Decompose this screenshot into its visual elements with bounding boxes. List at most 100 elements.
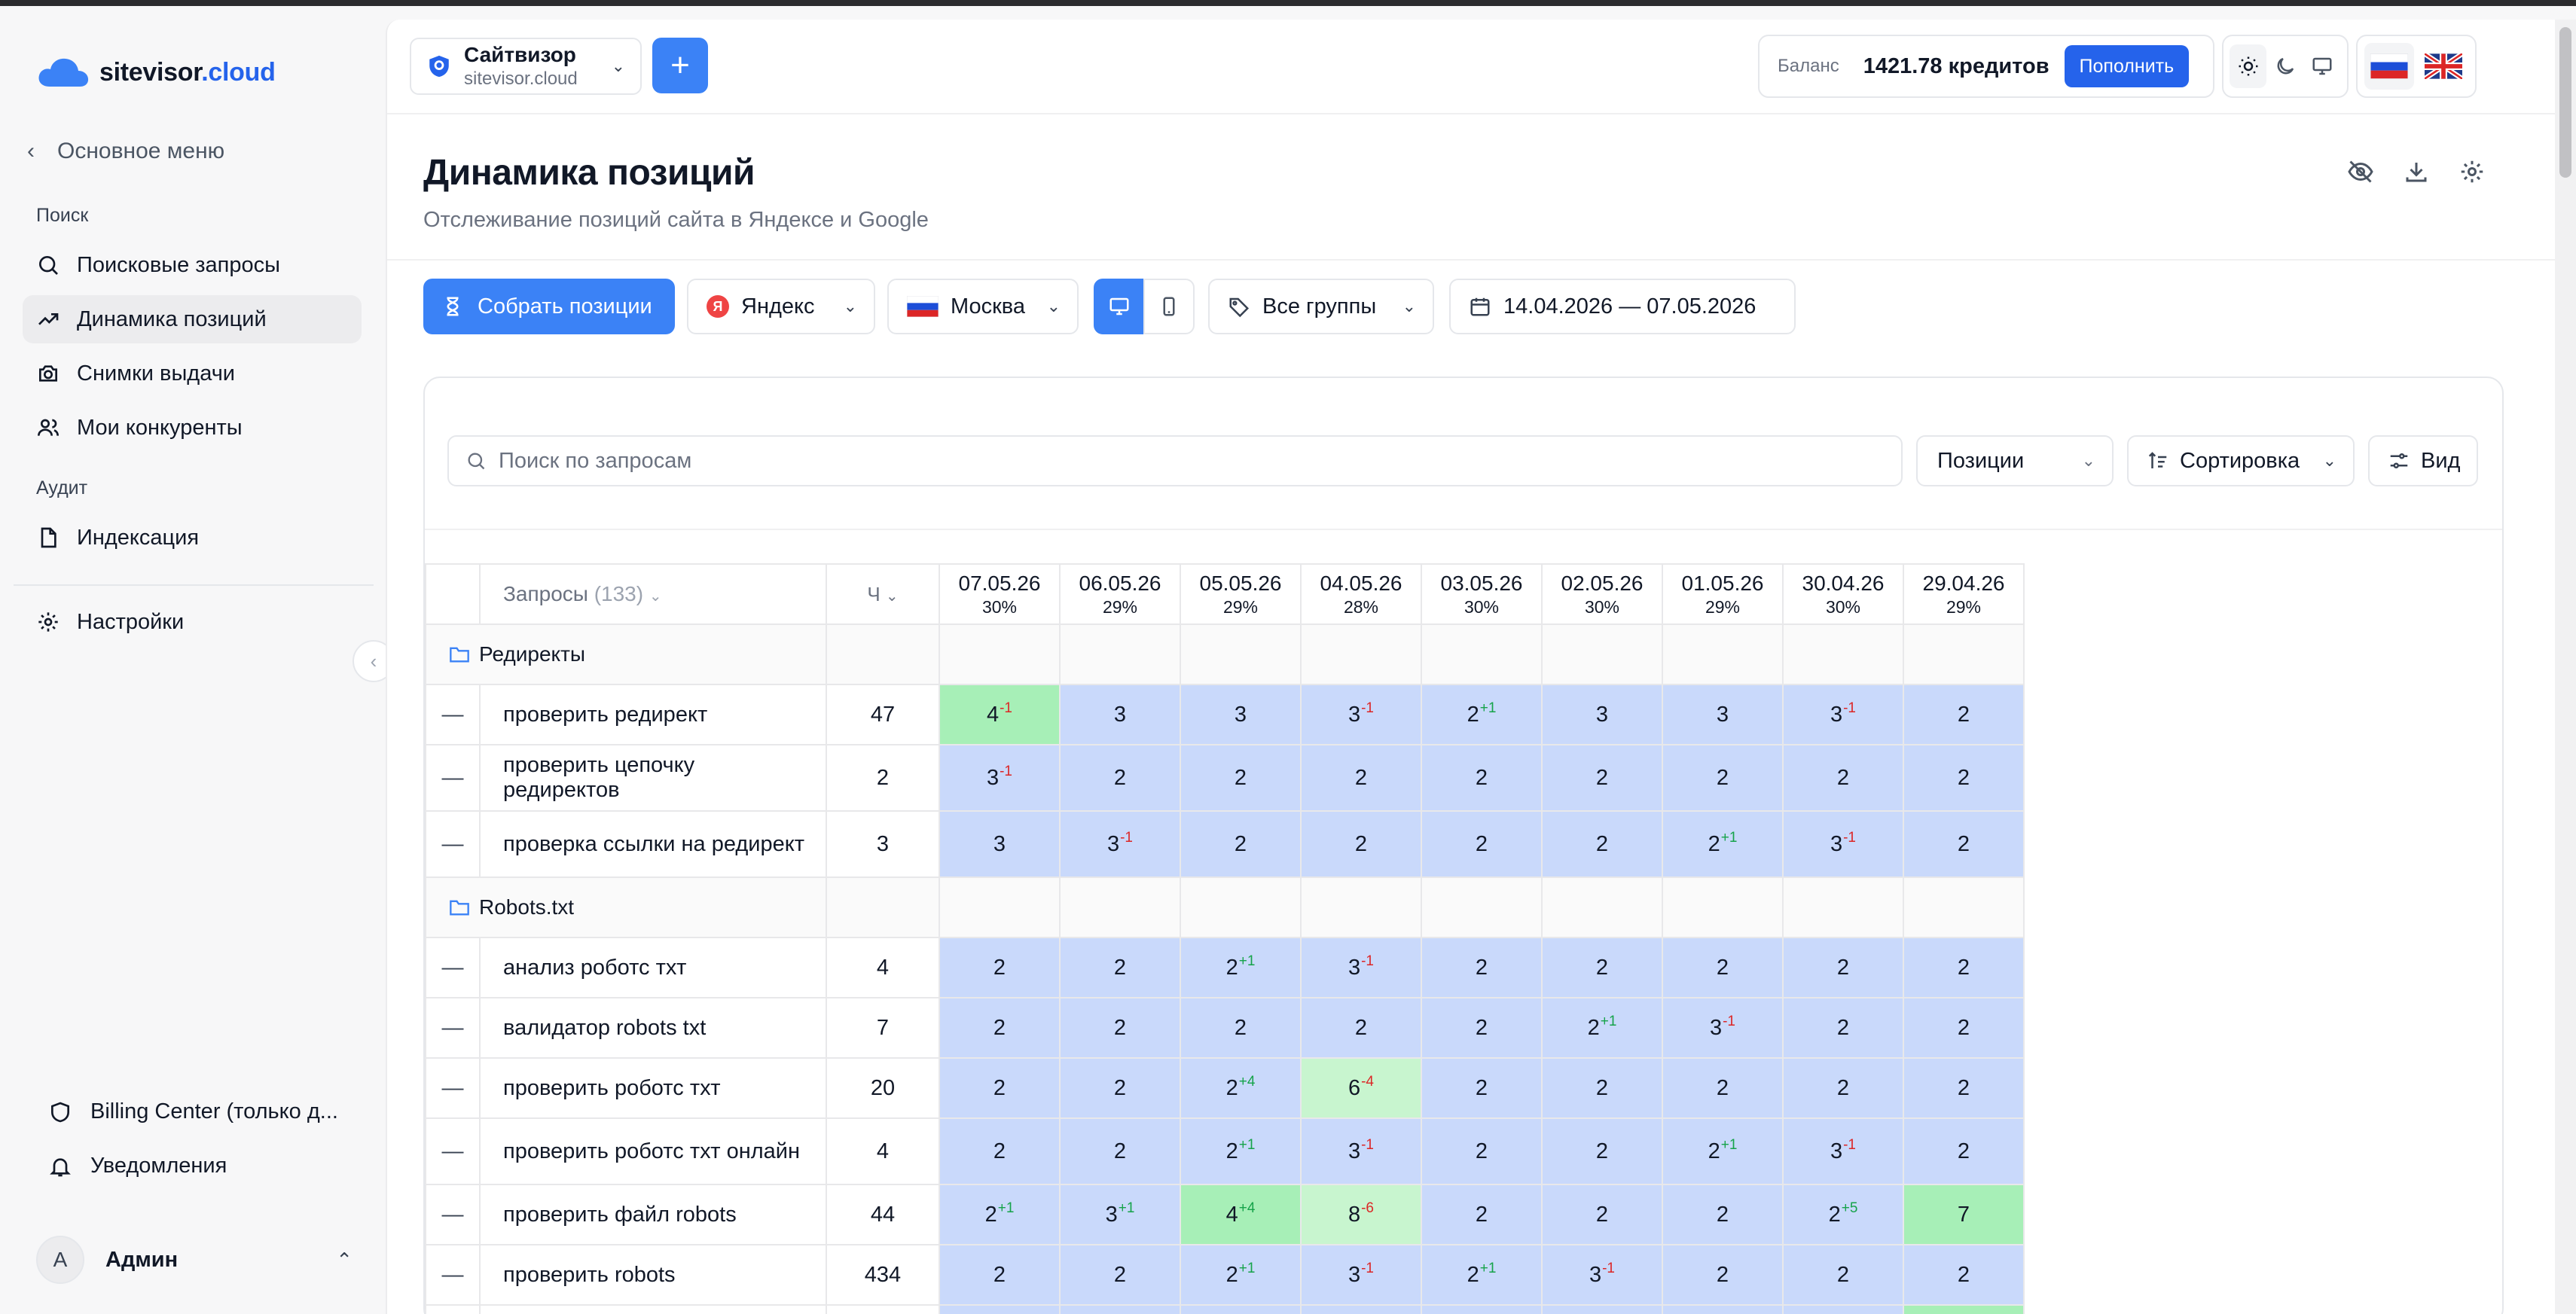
position-cell[interactable]: 2: [1059, 937, 1181, 998]
region-select[interactable]: Москва ⌄: [887, 279, 1079, 334]
language-ru-button[interactable]: [2364, 43, 2414, 90]
search-engine-select[interactable]: Я Яндекс ⌄: [687, 279, 875, 334]
position-cell[interactable]: 2: [1059, 997, 1181, 1059]
position-cell[interactable]: 2: [1903, 744, 2025, 812]
row-toggle[interactable]: —: [425, 1117, 481, 1185]
position-cell[interactable]: 2+1: [1662, 810, 1784, 878]
position-cell[interactable]: 3: [1059, 684, 1181, 745]
date-range-picker[interactable]: 14.04.2026 — 07.05.2026: [1449, 279, 1796, 334]
sidebar-item-indexing[interactable]: Индексация: [23, 514, 362, 562]
table-row[interactable]: —проверить robots txt10222+122-12+122+32: [425, 1304, 2025, 1314]
table-row[interactable]: — проверить robots 434 2 2 2+1 3-1 2+1 3-1 2 2 2: [425, 1244, 2025, 1306]
position-cell[interactable]: 3-1: [1300, 937, 1422, 998]
project-switcher[interactable]: Сайтвизор sitevisor.cloud ⌄: [410, 38, 642, 95]
position-cell[interactable]: 2: [939, 1244, 1061, 1306]
sort-select[interactable]: Сортировка ⌄: [2127, 435, 2355, 486]
position-cell[interactable]: 2: [1541, 1117, 1663, 1185]
add-project-button[interactable]: +: [652, 38, 708, 93]
table-row[interactable]: — проверить редирект 47 4-1 3 3 3-1 2+1 3 3 3-1 2: [425, 684, 2025, 745]
position-cell[interactable]: 2: [1300, 997, 1422, 1059]
position-cell[interactable]: 3-1: [939, 744, 1061, 812]
sidebar-item-position-dynamics[interactable]: Динамика позиций: [23, 295, 362, 343]
row-toggle[interactable]: —: [425, 1184, 481, 1245]
position-cell[interactable]: 2: [1782, 1057, 1904, 1119]
sidebar-item-serp-snapshots[interactable]: Снимки выдачи: [23, 349, 362, 398]
system-theme-button[interactable]: [2304, 44, 2341, 88]
notifications-link[interactable]: Уведомления: [48, 1154, 227, 1178]
user-menu[interactable]: A Админ ⌃: [36, 1233, 353, 1286]
date-column-header[interactable]: 07.05.26 30%: [939, 563, 1061, 625]
position-cell[interactable]: 2: [1059, 1057, 1181, 1119]
group-row[interactable]: Редиректы: [425, 623, 2025, 685]
mode-select[interactable]: Позиции ⌄: [1916, 435, 2114, 486]
position-cell[interactable]: 2: [1782, 997, 1904, 1059]
row-toggle[interactable]: —: [425, 744, 481, 812]
position-cell[interactable]: 2+1: [1180, 1244, 1302, 1306]
position-cell[interactable]: 3-1: [1300, 684, 1422, 745]
position-cell[interactable]: 2+1: [939, 1184, 1061, 1245]
position-cell[interactable]: 2: [1421, 744, 1543, 812]
position-cell[interactable]: 2: [1541, 1184, 1663, 1245]
mobile-device-button[interactable]: [1143, 279, 1195, 334]
position-cell[interactable]: 2: [1782, 744, 1904, 812]
query-text[interactable]: проверить редирект: [479, 684, 827, 745]
position-cell[interactable]: 2+1: [1541, 1304, 1663, 1314]
position-cell[interactable]: 4-1: [939, 684, 1061, 745]
position-cell[interactable]: 2: [1421, 997, 1543, 1059]
table-row[interactable]: — проверить файл robots 44 2+1 3+1 4+4 8-6 2 2 2 2…: [425, 1184, 2025, 1245]
position-cell[interactable]: 2+1: [1180, 937, 1302, 998]
position-cell[interactable]: 3-1: [1782, 810, 1904, 878]
date-column-header[interactable]: 01.05.26 29%: [1662, 563, 1784, 625]
queries-column-header[interactable]: Запросы (133) ⌄: [479, 563, 827, 625]
position-cell[interactable]: 2: [1662, 937, 1784, 998]
position-cell[interactable]: 2: [1059, 744, 1181, 812]
table-row[interactable]: — проверить роботс тхт онлайн 4 2 2 2+1 3-1 2 2 2…: [425, 1117, 2025, 1185]
position-cell[interactable]: 2: [1782, 1244, 1904, 1306]
position-cell[interactable]: 3: [1180, 684, 1302, 745]
position-cell[interactable]: 2: [1662, 1244, 1784, 1306]
table-row[interactable]: — проверка ссылки на редирект 3 3 3-1 2 2 2 2 2+1…: [425, 810, 2025, 878]
position-cell[interactable]: 2: [1421, 810, 1543, 878]
position-cell[interactable]: 2: [1180, 810, 1302, 878]
position-cell[interactable]: 3: [1541, 684, 1663, 745]
position-cell[interactable]: 2: [1903, 1304, 2025, 1314]
back-to-main-menu[interactable]: ‹ Основное меню: [27, 139, 224, 164]
desktop-device-button[interactable]: [1094, 279, 1145, 334]
position-cell[interactable]: 2: [1180, 997, 1302, 1059]
page-scrollbar[interactable]: [2555, 20, 2576, 1314]
position-cell[interactable]: 2: [1903, 1244, 2025, 1306]
table-row[interactable]: — анализ роботс тхт 4 2 2 2+1 3-1 2 2 2 2 2: [425, 937, 2025, 998]
table-row[interactable]: — проверить цепочку редиректов 2 3-1 2 2 2 2 2 2 2…: [425, 744, 2025, 812]
collect-positions-button[interactable]: Собрать позиции: [423, 279, 675, 334]
position-cell[interactable]: 6-4: [1300, 1057, 1422, 1119]
position-cell[interactable]: 2-1: [1421, 1304, 1543, 1314]
position-cell[interactable]: 3-1: [1300, 1244, 1422, 1306]
position-cell[interactable]: 3: [939, 810, 1061, 878]
sidebar-item-settings[interactable]: Настройки: [23, 598, 362, 646]
position-cell[interactable]: 2: [1903, 997, 2025, 1059]
gear-icon[interactable]: [2458, 158, 2486, 185]
query-text[interactable]: проверить цепочку редиректов: [479, 744, 827, 812]
query-text[interactable]: проверить файл robots: [479, 1184, 827, 1245]
eye-off-icon[interactable]: [2347, 158, 2374, 185]
position-cell[interactable]: 2: [1903, 937, 2025, 998]
position-cell[interactable]: 2: [1059, 1117, 1181, 1185]
position-cell[interactable]: 2: [939, 1117, 1061, 1185]
position-cell[interactable]: 2: [1541, 1057, 1663, 1119]
position-cell[interactable]: 3+1: [1059, 1184, 1181, 1245]
position-cell[interactable]: 3: [1662, 684, 1784, 745]
position-cell[interactable]: 4+4: [1180, 1184, 1302, 1245]
position-cell[interactable]: 2: [1421, 1057, 1543, 1119]
position-cell[interactable]: 2: [1903, 1057, 2025, 1119]
row-toggle[interactable]: —: [425, 684, 481, 745]
download-icon[interactable]: [2403, 158, 2430, 185]
position-cell[interactable]: 2+4: [1180, 1057, 1302, 1119]
position-cell[interactable]: 2+1: [1180, 1117, 1302, 1185]
date-column-header[interactable]: 04.05.26 28%: [1300, 563, 1422, 625]
position-cell[interactable]: 3-1: [1300, 1117, 1422, 1185]
dark-theme-button[interactable]: [2266, 44, 2303, 88]
position-cell[interactable]: 2: [939, 1304, 1061, 1314]
position-cell[interactable]: 2+1: [1662, 1117, 1784, 1185]
position-cell[interactable]: 2: [1662, 744, 1784, 812]
position-cell[interactable]: 3-1: [1662, 997, 1784, 1059]
